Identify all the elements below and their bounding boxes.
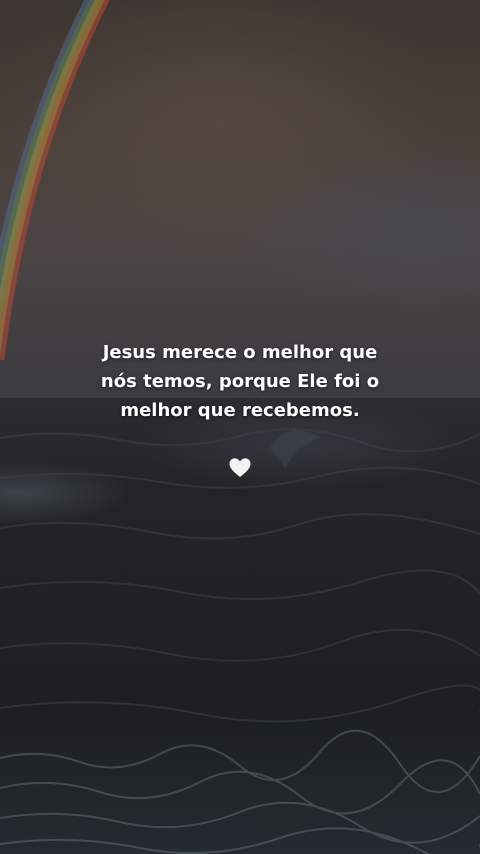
white-heart-icon xyxy=(229,458,251,477)
background-photo: Jesus merece o melhor que nós temos, por… xyxy=(0,0,480,854)
quote-line-2: nós temos, porque Ele foi o xyxy=(100,371,380,392)
quote-block: Jesus merece o melhor que nós temos, por… xyxy=(40,338,440,425)
quote-line-3: melhor que recebemos. xyxy=(120,400,360,421)
quote-line-1: Jesus merece o melhor que xyxy=(102,342,378,363)
quote-text: Jesus merece o melhor que nós temos, por… xyxy=(40,338,440,425)
